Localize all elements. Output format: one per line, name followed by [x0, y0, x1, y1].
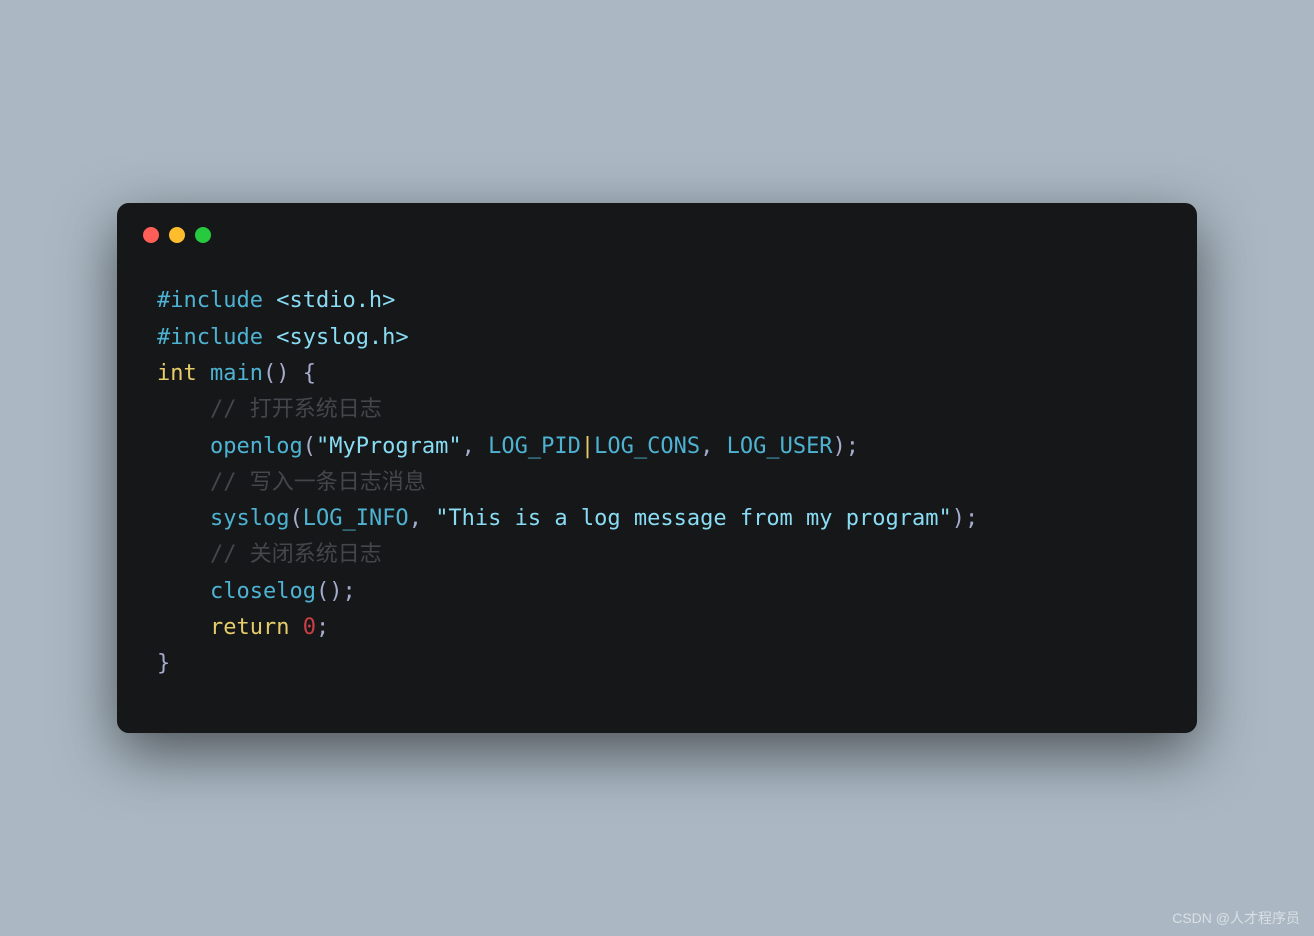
code-token: "MyProgram": [316, 434, 462, 459]
code-token: [157, 579, 210, 604]
code-line: #include <stdio.h>: [157, 283, 1157, 319]
code-line: #include <syslog.h>: [157, 320, 1157, 356]
code-token: 0: [303, 615, 316, 640]
code-token: <stdio.h>: [276, 288, 395, 313]
code-token: return: [210, 615, 289, 640]
code-token: LOG_INFO: [303, 506, 409, 531]
code-token: // 打开系统日志: [210, 397, 382, 422]
code-token: [157, 506, 210, 531]
code-line: // 打开系统日志: [157, 392, 1157, 428]
code-line: }: [157, 646, 1157, 682]
zoom-icon[interactable]: [195, 227, 211, 243]
code-window: #include <stdio.h>#include <syslog.h>int…: [117, 203, 1197, 732]
code-token: ;: [316, 615, 329, 640]
code-line: closelog();: [157, 574, 1157, 610]
code-token: closelog: [210, 579, 316, 604]
code-line: syslog(LOG_INFO, "This is a log message …: [157, 501, 1157, 537]
code-token: [157, 434, 210, 459]
window-titlebar: [117, 203, 1197, 253]
code-token: (: [303, 434, 316, 459]
code-line: return 0;: [157, 610, 1157, 646]
code-line: int main() {: [157, 356, 1157, 392]
code-token: [289, 615, 302, 640]
close-icon[interactable]: [143, 227, 159, 243]
code-token: LOG_CONS: [594, 434, 700, 459]
code-token: #include: [157, 288, 276, 313]
minimize-icon[interactable]: [169, 227, 185, 243]
code-token: // 写入一条日志消息: [210, 470, 426, 495]
code-token: );: [833, 434, 860, 459]
code-token: ,: [700, 434, 727, 459]
code-line: openlog("MyProgram", LOG_PID|LOG_CONS, L…: [157, 429, 1157, 465]
code-token: // 关闭系统日志: [210, 542, 382, 567]
code-token: openlog: [210, 434, 303, 459]
code-token: syslog: [210, 506, 289, 531]
code-token: [157, 615, 210, 640]
code-token: [197, 361, 210, 386]
code-token: <syslog.h>: [276, 325, 408, 350]
code-token: int: [157, 361, 197, 386]
code-token: );: [952, 506, 979, 531]
code-line: // 写入一条日志消息: [157, 465, 1157, 501]
code-token: ,: [462, 434, 489, 459]
code-token: LOG_PID: [488, 434, 581, 459]
watermark: CSDN @人才程序员: [1172, 908, 1300, 928]
code-token: ,: [409, 506, 436, 531]
code-token: main: [210, 361, 263, 386]
code-token: (: [289, 506, 302, 531]
code-token: #include: [157, 325, 276, 350]
code-token: "This is a log message from my program": [435, 506, 952, 531]
code-token: }: [157, 651, 170, 676]
code-token: LOG_USER: [727, 434, 833, 459]
code-block: #include <stdio.h>#include <syslog.h>int…: [117, 253, 1197, 702]
code-token: [157, 397, 210, 422]
code-token: |: [581, 434, 594, 459]
code-token: [157, 542, 210, 567]
code-line: // 关闭系统日志: [157, 537, 1157, 573]
code-token: () {: [263, 361, 316, 386]
code-token: ();: [316, 579, 356, 604]
code-token: [157, 470, 210, 495]
